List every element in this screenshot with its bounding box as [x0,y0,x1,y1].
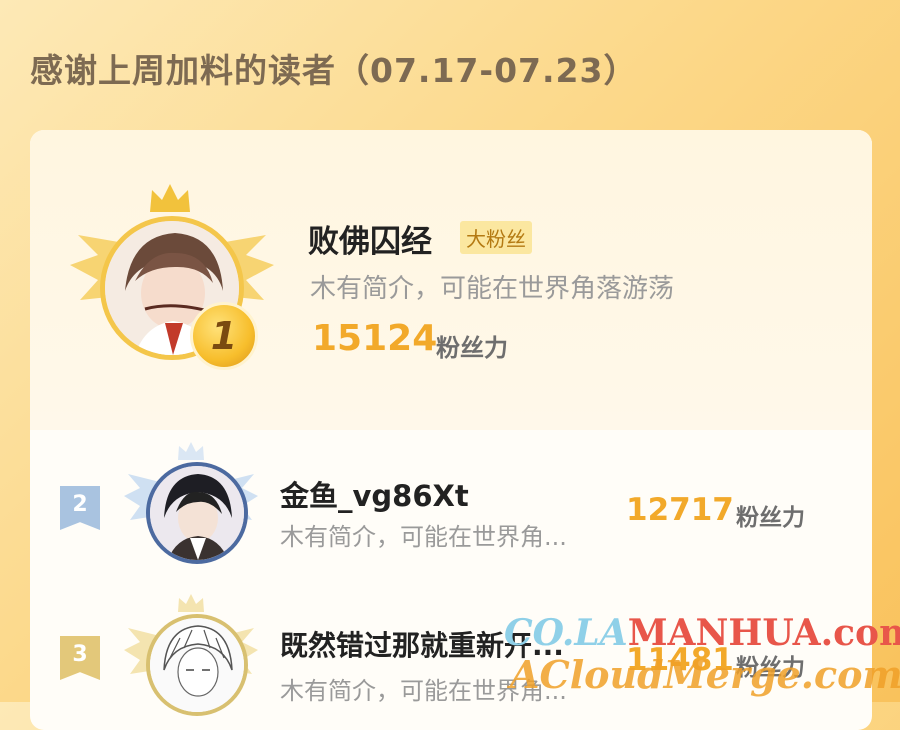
user-bio: 木有简介，可能在世界角... [280,523,567,551]
crown-icon [150,184,190,212]
username[interactable]: 败佛囚经 [308,216,432,261]
fan-power-value: 12717 [626,492,734,528]
watermark-line2: ACloudMerge.com [510,652,900,697]
watermark-main: MANHUA.com [627,612,900,654]
user-bio: 木有简介，可能在世界角落游荡 [310,274,675,304]
fan-power-label: 粉丝力 [736,505,805,531]
fan-level-badge: 大粉丝 [460,221,532,254]
watermark-line1: CO.LAMANHUA.com [504,612,900,654]
crown-icon [178,594,204,612]
avatar[interactable] [146,462,248,564]
rank-3-flag: 3 [60,636,100,680]
rank-1-badge: 1 [190,302,258,370]
rank-2-flag: 2 [60,486,100,530]
fan-power-value: 15124 [312,318,438,359]
fan-power-label: 粉丝力 [436,334,508,362]
username[interactable]: 金鱼_vg86Xt [280,473,469,515]
rank-1-section[interactable]: 1 败佛囚经 大粉丝 木有简介，可能在世界角落游荡 15124 粉丝力 [30,130,872,430]
page-title: 感谢上周加料的读者（07.17-07.23） [30,51,638,90]
crown-icon [178,442,204,460]
avatar[interactable] [146,614,248,716]
watermark-prefix: CO.LA [504,612,628,654]
